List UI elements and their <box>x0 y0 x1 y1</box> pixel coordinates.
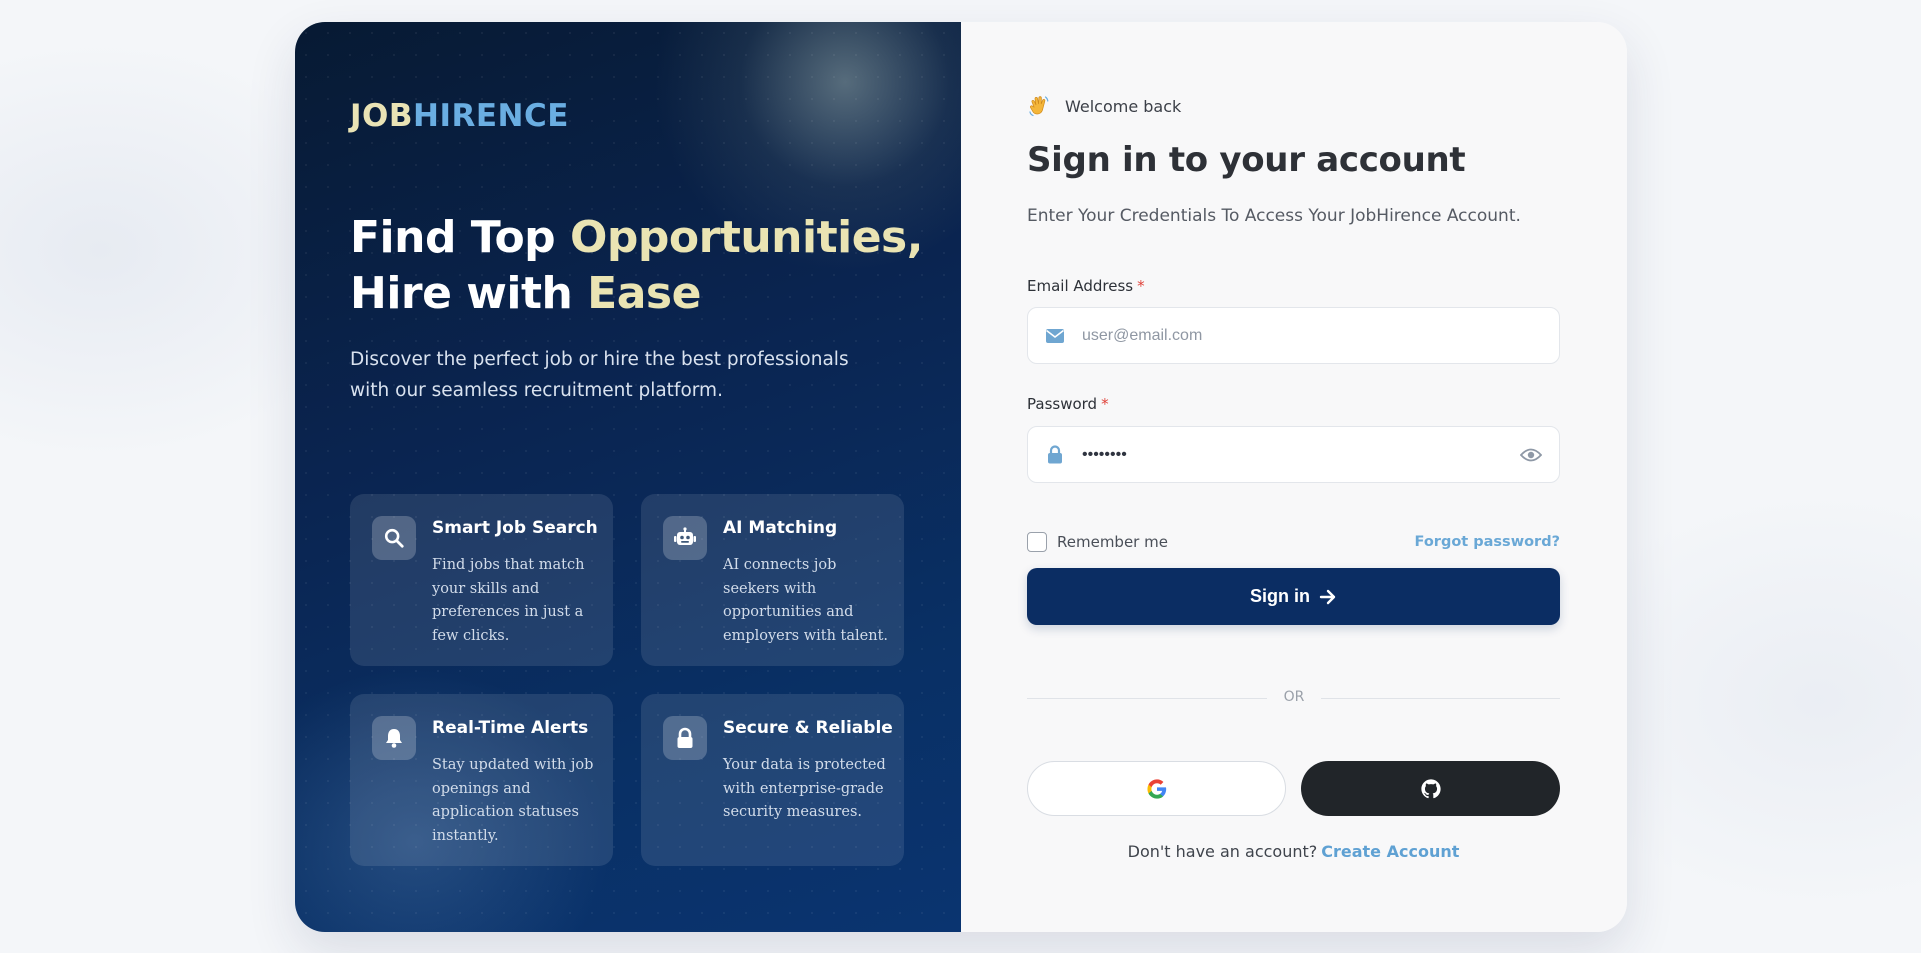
robot-icon <box>663 516 707 560</box>
feature-description: AI connects job seekers with opportuniti… <box>723 557 889 644</box>
lock-icon <box>663 716 707 760</box>
lock-icon <box>1028 445 1082 464</box>
form-subtitle: Enter Your Credentials To Access Your Jo… <box>1027 206 1521 226</box>
feature-title: Real-Time Alerts <box>432 718 589 738</box>
brand-logo-part1: JOB <box>350 98 414 134</box>
hero-headline: Find Top Opportunities, Hire with Ease <box>350 210 923 322</box>
arrow-right-icon <box>1319 589 1336 604</box>
email-input[interactable] <box>1082 308 1559 363</box>
welcome-message: Welcome back <box>1027 94 1181 118</box>
divider-line-right <box>1321 698 1560 699</box>
password-field-container <box>1027 426 1560 483</box>
auth-card: JOBHIRENCE Find Top Opportunities, Hire … <box>295 22 1627 932</box>
forgot-password-link[interactable]: Forgot password? <box>1415 534 1560 550</box>
search-icon <box>372 516 416 560</box>
divider-line-left <box>1027 698 1267 699</box>
required-marker: * <box>1101 395 1109 413</box>
feature-description: Stay updated with job openings and appli… <box>432 757 594 844</box>
password-label-text: Password <box>1027 395 1098 413</box>
feature-card-ai-matching: AI Matching AI connects job seekers with… <box>641 494 904 666</box>
email-field-container <box>1027 307 1560 364</box>
remember-me-row[interactable]: Remember me <box>1027 532 1168 552</box>
feature-title: Secure & Reliable <box>723 718 893 738</box>
hero-subtext: Discover the perfect job or hire the bes… <box>350 349 849 401</box>
bell-icon <box>372 716 416 760</box>
feature-title: AI Matching <box>723 518 838 538</box>
remember-me-checkbox[interactable] <box>1027 532 1047 552</box>
password-input[interactable] <box>1082 427 1503 482</box>
feature-card-smart-job-search: Smart Job Search Find jobs that match yo… <box>350 494 613 666</box>
brand-logo[interactable]: JOBHIRENCE <box>350 98 569 134</box>
feature-card-secure-reliable: Secure & Reliable Your data is protected… <box>641 694 904 866</box>
hero-panel: JOBHIRENCE Find Top Opportunities, Hire … <box>295 22 961 932</box>
eye-icon[interactable] <box>1503 427 1559 482</box>
signin-panel: Welcome back Sign in to your account Ent… <box>961 22 1627 932</box>
envelope-icon <box>1028 328 1082 344</box>
waving-hand-icon <box>1027 94 1051 118</box>
email-label: Email Address * <box>1027 277 1145 295</box>
github-signin-button[interactable] <box>1301 761 1560 816</box>
create-account-link[interactable]: Create Account <box>1321 842 1459 861</box>
remember-me-label: Remember me <box>1057 533 1168 551</box>
signin-button-label: Sign in <box>1250 586 1310 606</box>
email-label-text: Email Address <box>1027 277 1134 295</box>
or-divider: OR <box>1283 689 1305 705</box>
feature-title: Smart Job Search <box>432 518 598 538</box>
google-signin-button[interactable] <box>1027 761 1286 816</box>
feature-description: Your data is protected with enterprise-g… <box>723 757 886 820</box>
headline-line1-start: Find Top <box>350 212 570 263</box>
page-title: Sign in to your account <box>1027 140 1466 180</box>
github-icon <box>1420 778 1441 798</box>
headline-line2-start: Hire with <box>350 268 588 319</box>
signup-prompt-text: Don't have an account? <box>1127 842 1318 861</box>
headline-highlight-ease: Ease <box>587 268 701 319</box>
google-icon <box>1146 778 1166 799</box>
feature-description: Find jobs that match your skills and pre… <box>432 557 585 644</box>
required-marker: * <box>1137 277 1145 295</box>
signin-button[interactable]: Sign in <box>1027 568 1560 625</box>
welcome-text: Welcome back <box>1065 96 1182 116</box>
headline-highlight-opportunities: Opportunities, <box>570 212 923 263</box>
brand-logo-part2: HIRENCE <box>413 98 569 134</box>
signup-prompt: Don't have an account? Create Account <box>1027 842 1560 861</box>
feature-card-real-time-alerts: Real-Time Alerts Stay updated with job o… <box>350 694 613 866</box>
password-label: Password * <box>1027 395 1109 413</box>
